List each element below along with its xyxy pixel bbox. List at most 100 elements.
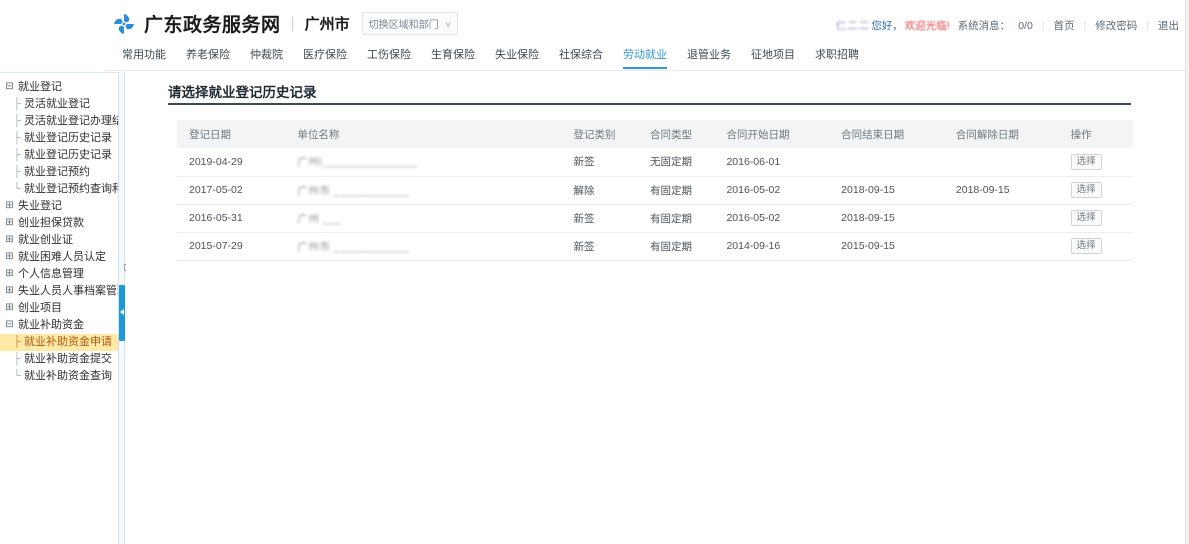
sidebar-item-label: 就业补助资金提交 — [24, 353, 112, 365]
sidebar-item-13[interactable]: ⊞ 创业项目 — [0, 300, 118, 317]
table-row: 2015-07-29 广州市 ____________ 新签 有固定期 2014-09-… — [177, 232, 1133, 260]
sidebar-item-12[interactable]: ⊞ 失业人员人事档案管理 — [0, 283, 118, 300]
tree-branch-icon: ├ — [13, 132, 21, 144]
cell-reg_category: 新签 — [573, 240, 595, 253]
sidebar-item-15[interactable]: ├ 就业补助资金申请 — [0, 334, 118, 351]
sidebar-item-16[interactable]: ├ 就业补助资金提交 — [0, 351, 118, 368]
sidebar-item-label: 灵活就业登记办理结果查 — [24, 115, 118, 127]
plus-box-icon[interactable]: ⊞ — [4, 235, 15, 246]
nav-item-11[interactable]: 求职招聘 — [805, 46, 869, 69]
home-link[interactable]: 首页 — [1054, 18, 1075, 33]
sidebar-item-8[interactable]: ⊞ 创业担保贷款 — [0, 215, 118, 232]
welcome-text: 欢迎光临! — [904, 20, 950, 32]
sidebar-item-label: 就业创业证 — [18, 234, 73, 246]
divider: | — [1041, 19, 1045, 32]
sidebar-item-14[interactable]: ⊟ 就业补助资金 — [0, 317, 118, 334]
cell-start_date: 2016-05-02 — [726, 212, 781, 224]
nav-item-5[interactable]: 生育保险 — [421, 46, 485, 69]
sidebar-item-2[interactable]: ├灵活就业登记办理结果查 — [0, 113, 118, 130]
minus-box-icon[interactable]: ⊟ — [4, 320, 15, 331]
nav-item-6[interactable]: 失业保险 — [485, 46, 549, 69]
column-header-6: 合同解除日期 — [955, 128, 1019, 141]
minus-box-icon[interactable]: ⊟ — [4, 82, 15, 93]
nav-item-10[interactable]: 征地项目 — [741, 46, 805, 69]
plus-box-icon[interactable]: ⊞ — [4, 286, 15, 297]
employment-history-table: 登记日期 单位名称 登记类别 合同类型 合同开始日期 合同结束日期 合同解除日期 操作 201… — [177, 120, 1133, 261]
column-header-2: 登记类别 — [573, 128, 616, 141]
sidebar-collapse-handle[interactable] — [119, 285, 125, 341]
tree-branch-icon: ├ — [13, 166, 21, 178]
sidebar-item-label: 个人信息管理 — [18, 268, 84, 280]
nav-item-2[interactable]: 仲裁院 — [240, 46, 293, 69]
sidebar-item-0[interactable]: ⊟ 就业登记 — [0, 79, 118, 96]
cell-reg_date: 2015-07-29 — [189, 240, 243, 252]
unit-name-value: 广州市 ____________ — [297, 184, 410, 197]
sidebar-item-label: 灵活就业登记 — [24, 98, 90, 110]
cell-start_date: 2016-06-01 — [726, 155, 781, 168]
sidebar-item-10[interactable]: ⊞ 就业困难人员认定 — [0, 249, 118, 266]
sidebar-item-5[interactable]: ├ 就业登记预约 — [0, 164, 118, 181]
sidebar-item-label: 失业人员人事档案管理 — [18, 285, 118, 297]
unit-name-value: 广州l_______________ — [297, 156, 418, 169]
region-switch-dropdown[interactable]: 切换区域和部门 ˅ — [361, 12, 458, 35]
cell-unit_name: 广州 ___ — [285, 204, 561, 232]
sidebar-item-3[interactable]: ├ 就业登记历史记录 — [0, 130, 118, 147]
nav-item-8[interactable]: 劳动就业 — [613, 46, 677, 69]
plus-box-icon[interactable]: ⊞ — [4, 252, 15, 263]
plus-box-icon[interactable]: ⊞ — [4, 303, 15, 314]
nav-item-1[interactable]: 养老保险 — [176, 46, 240, 69]
nav-item-0[interactable]: 常用功能 — [112, 46, 176, 69]
sidebar-item-17[interactable]: └ 就业补助资金查询 — [0, 368, 118, 385]
page-root: 广东政务服务网 | 广州市 切换区域和部门 ˅ 仁二二 您好， 欢迎光临! 系统… — [0, 0, 1189, 544]
nav-item-4[interactable]: 工伤保险 — [357, 46, 421, 69]
cell-terminate_date — [944, 148, 1059, 176]
chevron-down-icon: ˅ — [445, 20, 451, 30]
sidebar-item-label: 就业登记预约 — [24, 166, 90, 178]
sidebar-item-6[interactable]: └就业登记预约查询和取消 — [0, 181, 118, 198]
page-scrollbar[interactable] — [1185, 0, 1189, 544]
nav-item-3[interactable]: 医疗保险 — [293, 46, 357, 69]
sidebar-item-label: 就业补助资金申请 — [24, 336, 112, 348]
column-header-5: 合同结束日期 — [841, 128, 905, 141]
tree-branch-icon: ├ — [13, 336, 21, 348]
nav-item-9[interactable]: 退管业务 — [677, 46, 741, 69]
column-header-1: 单位名称 — [297, 128, 340, 141]
cell-contract_type: 有固定期 — [649, 184, 692, 197]
logout-link[interactable]: 退出 — [1158, 18, 1179, 33]
sidebar-item-1[interactable]: ├ 灵活就业登记 — [0, 96, 118, 113]
city-label: 广州市 — [304, 16, 350, 33]
sidebar-item-9[interactable]: ⊞ 就业创业证 — [0, 232, 118, 249]
cell-contract_type: 有固定期 — [649, 212, 692, 225]
sidebar-item-4[interactable]: ├ 就业登记历史记录 — [0, 147, 118, 164]
table-row: 2016-05-31 广州 ___ 新签 有固定期 2016-05-02 2018-09-… — [177, 204, 1133, 232]
site-header: 广东政务服务网 | 广州市 切换区域和部门 ˅ 仁二二 您好， 欢迎光临! 系统… — [104, 0, 1189, 71]
select-button[interactable]: 选择 — [1070, 153, 1102, 170]
plus-box-icon[interactable]: ⊞ — [4, 218, 15, 229]
title-divider — [168, 103, 1131, 105]
tree-branch-icon: └ — [13, 370, 21, 382]
select-button[interactable]: 选择 — [1070, 209, 1102, 227]
nav-item-7[interactable]: 社保综合 — [549, 46, 613, 69]
sidebar-item-11[interactable]: ⊞ 个人信息管理 — [0, 266, 118, 283]
cell-reg_category: 新签 — [573, 156, 595, 169]
sidebar-item-label: 就业登记历史记录 — [24, 132, 112, 144]
cell-end_date — [829, 148, 944, 176]
brand-name: 广东政务服务网 — [144, 15, 281, 36]
cell-terminate_date: 2018-09-15 — [955, 184, 1010, 196]
plus-box-icon[interactable]: ⊞ — [4, 269, 15, 280]
sidebar-item-7[interactable]: ⊞ 失业登记 — [0, 198, 118, 215]
select-button[interactable]: 选择 — [1070, 181, 1102, 199]
column-header-4: 合同开始日期 — [726, 128, 790, 141]
select-button[interactable]: 选择 — [1070, 237, 1102, 255]
sidebar-tree-panel: ⊟就业登记├灵活就业登记├灵活就业登记办理结果查├就业登记历史记录├就业登记历史… — [0, 72, 119, 544]
cell-reg_date: 2016-05-31 — [189, 212, 243, 224]
cell-terminate_date — [944, 232, 1059, 260]
tree-branch-icon: └ — [13, 183, 21, 195]
chevron-left-icon — [120, 309, 124, 315]
cell-unit_name: 广州市 ____________ — [285, 232, 561, 260]
brand-separator: | — [290, 14, 295, 32]
plus-box-icon[interactable]: ⊞ — [4, 201, 15, 212]
cell-contract_type: 无固定期 — [649, 156, 692, 169]
tree-branch-icon: ├ — [13, 115, 21, 127]
change-password-link[interactable]: 修改密码 — [1095, 18, 1137, 33]
